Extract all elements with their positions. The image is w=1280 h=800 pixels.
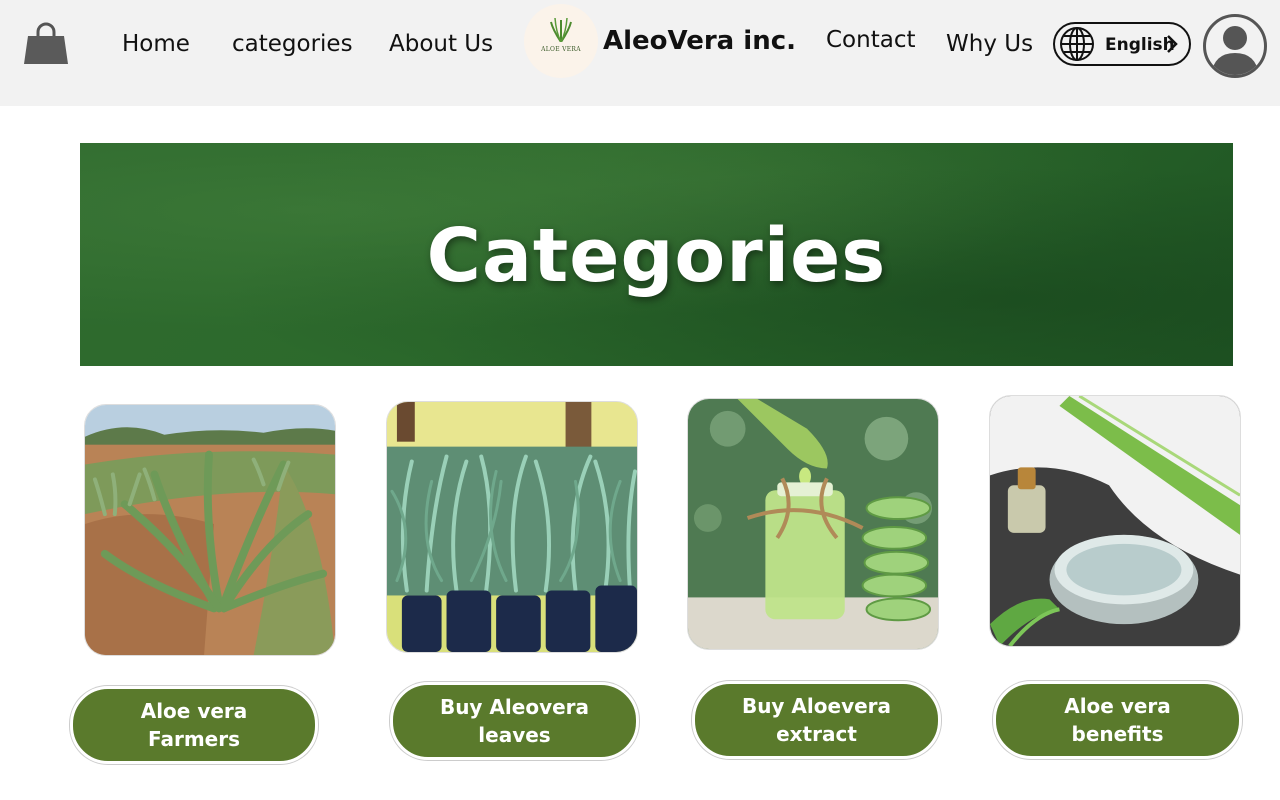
nav-why-us[interactable]: Why Us [946,31,1033,57]
category-button-farmers[interactable]: Aloe vera Farmers [70,686,318,764]
category-image-farmers[interactable] [84,404,336,656]
globe-icon [1060,27,1094,61]
category-image-benefits[interactable] [989,395,1241,647]
nav-contact[interactable]: Contact [826,27,915,53]
category-image-leaves[interactable] [386,401,638,653]
hero-banner: Categories [80,143,1233,366]
page-title: Categories [426,213,887,299]
user-avatar-icon[interactable] [1203,14,1267,78]
category-button-extract[interactable]: Buy Aloevera extract [692,681,941,759]
category-button-benefits[interactable]: Aloe vera benefits [993,681,1242,759]
chevron-right-icon [1167,35,1178,53]
nav-categories[interactable]: categories [232,31,353,57]
site-logo[interactable]: ALOE VERA [524,4,598,78]
shopping-bag-icon[interactable] [22,20,70,68]
nav-home[interactable]: Home [122,31,190,57]
site-header: Home categories About Us ALOE VERA AleoV… [0,0,1280,106]
aloe-leaf-icon [550,17,572,42]
brand-name: AleoVera inc. [603,26,796,56]
language-selector[interactable]: English [1053,22,1191,66]
category-image-extract[interactable] [687,398,939,650]
nav-about-us[interactable]: About Us [389,31,493,57]
logo-text: ALOE VERA [541,46,581,53]
category-button-leaves[interactable]: Buy Aleovera leaves [390,682,639,760]
